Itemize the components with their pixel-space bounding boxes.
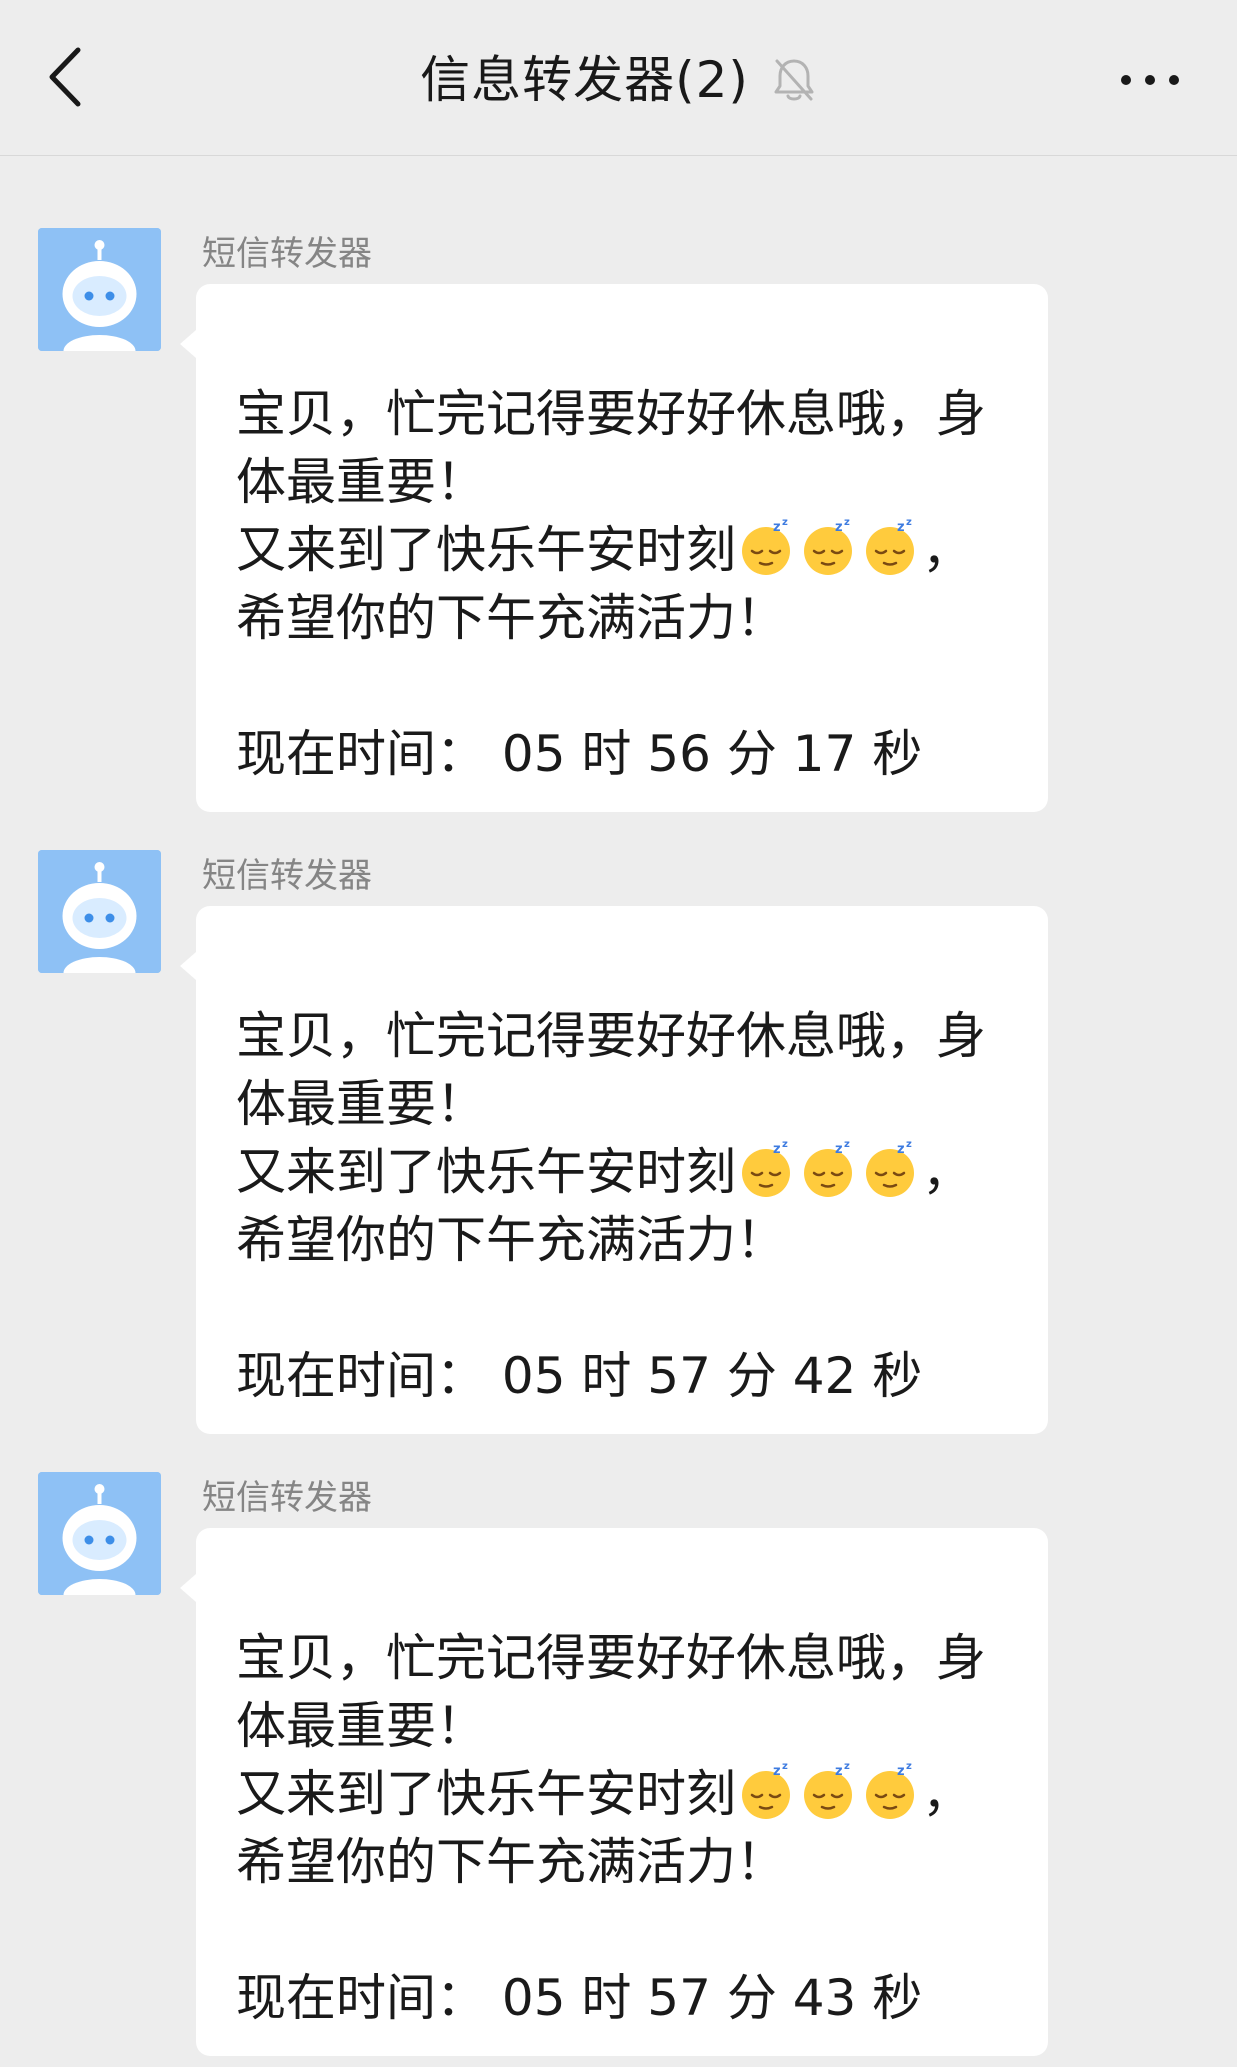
message-line: 又来到了快乐午安时刻 z z z z z z， — [236, 516, 1048, 584]
more-button[interactable] — [1115, 60, 1185, 100]
sleeping-face-emoji-icon: zz — [860, 1139, 920, 1199]
sender-name: 短信转发器 — [202, 856, 372, 896]
sleeping-face-emoji-icon: zz — [860, 517, 920, 577]
svg-text:z: z — [835, 1142, 843, 1157]
sender-name: 短信转发器 — [202, 234, 372, 274]
message-line: 宝贝，忙完记得要好好休息哦，身 — [236, 385, 986, 443]
time-line: 现在时间： 05 时 57 分 42 秒 — [236, 1347, 923, 1405]
svg-text:z: z — [773, 1764, 781, 1779]
robot-icon — [38, 228, 161, 351]
message-line: 宝贝，忙完记得要好好休息哦，身 — [236, 1629, 986, 1687]
svg-text:z: z — [897, 520, 905, 535]
message-line: 体最重要！ — [236, 453, 486, 511]
avatar[interactable] — [38, 1472, 161, 1595]
svg-text:z: z — [897, 1142, 905, 1157]
svg-text:z: z — [782, 1139, 788, 1150]
more-horizontal-icon — [1115, 60, 1185, 100]
avatar[interactable] — [38, 850, 161, 973]
message-text: 又来到了快乐午安时刻 — [236, 521, 736, 579]
chat-title: 信息转发器(2) — [420, 51, 749, 109]
sleeping-face-emoji-icon: zz — [736, 517, 796, 577]
message-bubble[interactable]: 宝贝，忙完记得要好好休息哦，身 体最重要！ 又来到了快乐午安时刻 z z z z z z， … — [180, 906, 1048, 1434]
sleeping-face-emoji-icon: zz — [860, 1761, 920, 1821]
chat-screen: 信息转发器(2) 短信转发器 宝贝，忙完记得要好好休息哦，身 体最重要！ 又来到… — [0, 0, 1237, 2067]
message-text: 又来到了快乐午安时刻 — [236, 1765, 736, 1823]
message-line: 又来到了快乐午安时刻 z z z z z z， — [236, 1760, 1048, 1828]
svg-text:z: z — [844, 1761, 850, 1772]
message-line: 希望你的下午充满活力！ — [236, 1211, 786, 1269]
sleeping-face-emoji-icon: zz — [736, 1761, 796, 1821]
svg-text:z: z — [835, 1764, 843, 1779]
sleeping-face-emoji-icon: zz — [798, 517, 858, 577]
message-bubble[interactable]: 宝贝，忙完记得要好好休息哦，身 体最重要！ 又来到了快乐午安时刻 z z z z z z， … — [180, 1528, 1048, 2056]
time-line: 现在时间： 05 时 57 分 43 秒 — [236, 1969, 923, 2027]
time-line: 现在时间： 05 时 56 分 17 秒 — [236, 725, 923, 783]
message-line: 又来到了快乐午安时刻 z z z z z z， — [236, 1138, 1048, 1206]
robot-icon — [38, 1472, 161, 1595]
svg-text:z: z — [782, 1761, 788, 1772]
message-line: 体最重要！ — [236, 1075, 486, 1133]
title-group: 信息转发器(2) — [0, 44, 1237, 116]
svg-text:z: z — [844, 1139, 850, 1150]
svg-text:z: z — [906, 1139, 912, 1150]
message-bubble[interactable]: 宝贝，忙完记得要好好休息哦，身 体最重要！ 又来到了快乐午安时刻 z z z z z z， … — [180, 284, 1048, 812]
avatar[interactable] — [38, 228, 161, 351]
svg-text:z: z — [844, 517, 850, 528]
sender-name: 短信转发器 — [202, 1478, 372, 1518]
message-line: 希望你的下午充满活力！ — [236, 1833, 786, 1891]
message-text: ， — [922, 1143, 972, 1201]
message-text: ， — [922, 1765, 972, 1823]
message-line: 宝贝，忙完记得要好好休息哦，身 — [236, 1007, 986, 1065]
message-line: 希望你的下午充满活力！ — [236, 589, 786, 647]
svg-text:z: z — [782, 517, 788, 528]
message-text: ， — [922, 521, 972, 579]
message-text: 又来到了快乐午安时刻 — [236, 1143, 736, 1201]
svg-text:z: z — [773, 520, 781, 535]
sleeping-face-emoji-icon: zz — [798, 1139, 858, 1199]
message-list: 短信转发器 宝贝，忙完记得要好好休息哦，身 体最重要！ 又来到了快乐午安时刻 z z… — [0, 156, 1237, 2067]
svg-text:z: z — [906, 1761, 912, 1772]
svg-text:z: z — [835, 520, 843, 535]
svg-text:z: z — [906, 517, 912, 528]
robot-icon — [38, 850, 161, 973]
svg-text:z: z — [773, 1142, 781, 1157]
sleeping-face-emoji-icon: zz — [798, 1761, 858, 1821]
message-line: 体最重要！ — [236, 1697, 486, 1755]
svg-text:z: z — [897, 1764, 905, 1779]
top-bar: 信息转发器(2) — [0, 0, 1237, 156]
sleeping-face-emoji-icon: zz — [736, 1139, 796, 1199]
bell-off-icon — [771, 55, 817, 105]
